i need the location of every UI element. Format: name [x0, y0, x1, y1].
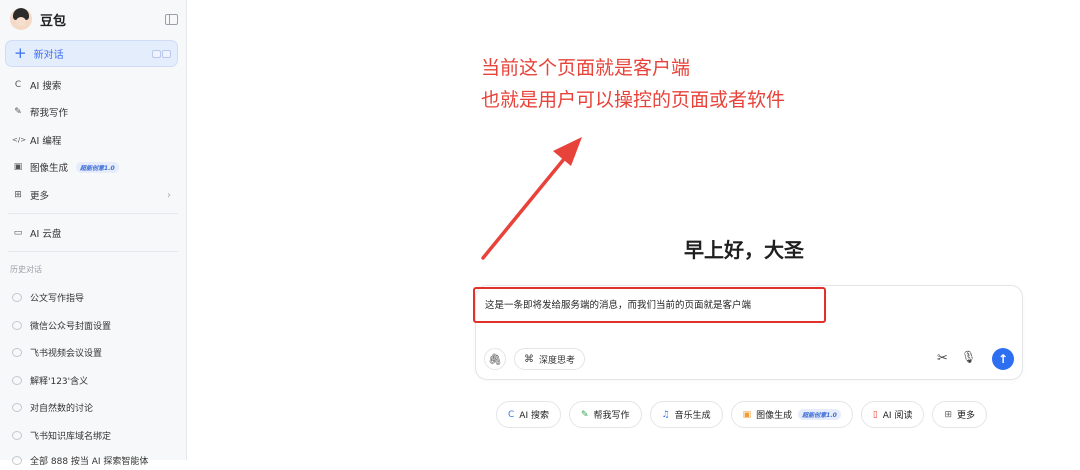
annotation-line-1: 当前这个页面就是客户端 [481, 57, 691, 79]
chip-label: 帮我写作 [593, 411, 630, 421]
quick-actions: C AI 搜索 ✎ 帮我写作 ♫ 音乐生成 ▣ 图像生成 超能创意1.0 ▯ A… [496, 401, 988, 428]
brand-name: 豆包 [40, 13, 67, 29]
chip-image-gen[interactable]: ▣ 图像生成 超能创意1.0 [730, 401, 853, 428]
reading-icon: ▯ [872, 409, 878, 420]
history-item-label: 解释'123'含义 [30, 376, 89, 387]
divider [8, 213, 178, 214]
annotation-arrow [481, 137, 582, 260]
chip-ai-reading[interactable]: ▯ AI 阅读 [860, 401, 925, 428]
microphone-icon[interactable]: 🎙 [961, 350, 976, 364]
sidebar-item-label: AI 搜索 [30, 81, 62, 92]
writing-icon: ✎ [580, 409, 589, 420]
music-icon: ♫ [661, 409, 670, 420]
more-icon: ⊞ [14, 190, 22, 200]
chip-more[interactable]: ⊞ 更多 [932, 401, 988, 428]
chip-ai-search[interactable]: C AI 搜索 [496, 401, 561, 428]
history-item-label: 飞书知识库域名绑定 [30, 431, 112, 442]
message-input[interactable]: 这是一条即将发给服务端的消息，而我们当前的页面就是客户端 [485, 297, 751, 311]
sidebar-toggle-icon[interactable] [165, 13, 178, 25]
chip-writing[interactable]: ✎ 帮我写作 [568, 401, 642, 428]
sidebar-item-cloud-drive[interactable]: ▭ AI 云盘 [0, 223, 187, 243]
sidebar: 豆包 + 新对话 C AI 搜索 ✎ 帮我写作 </> AI 编程 ▣ 图像生成… [0, 0, 187, 467]
send-button[interactable]: ↑ [992, 348, 1014, 370]
cloud-drive-icon: ▭ [13, 228, 23, 238]
sidebar-item-label: 帮我写作 [30, 108, 69, 119]
chip-label: 更多 [957, 411, 976, 421]
history-item[interactable]: 飞书视频会议设置 [0, 342, 187, 362]
new-chat-button[interactable]: + 新对话 [5, 40, 178, 67]
history-item[interactable]: 微信公众号封面设置 [0, 315, 187, 335]
chat-bubble-icon [12, 347, 22, 357]
chevron-right-icon: › [167, 189, 171, 201]
paperclip-icon: 🖇 [488, 352, 502, 366]
sidebar-item-label: AI 云盘 [30, 229, 62, 240]
chat-bubble-icon [12, 455, 22, 465]
sidebar-item-ai-search[interactable]: C AI 搜索 [0, 75, 187, 95]
ai-search-icon: C [14, 80, 22, 90]
more-icon: ⊞ [944, 409, 952, 420]
brand[interactable]: 豆包 [10, 6, 178, 32]
image-icon: ▣ [13, 162, 23, 172]
code-icon: </> [12, 136, 27, 144]
history-title: 历史对话 [10, 265, 42, 274]
chat-bubble-icon [12, 430, 22, 440]
annotation-line-2: 也就是用户可以操控的页面或者软件 [481, 89, 786, 111]
history-item-label: 对自然数的讨论 [30, 403, 94, 414]
sidebar-item-label: 图像生成 [30, 163, 69, 174]
scissors-icon[interactable]: ✂ [937, 351, 948, 366]
chip-label: 图像生成 [756, 411, 793, 421]
divider [8, 251, 178, 252]
plus-icon: + [14, 44, 27, 62]
chat-bubble-icon [12, 375, 22, 385]
history-item-label: 全部 888 按当 AI 探索智能体 [30, 456, 149, 467]
creative-badge: 超能创意1.0 [798, 409, 841, 420]
chip-label: AI 阅读 [882, 411, 913, 421]
chat-bubble-icon [12, 292, 22, 302]
history-item-label: 公文写作指导 [30, 293, 85, 304]
deep-thinking-button[interactable]: ⌘ 深度思考 [514, 348, 586, 370]
chip-label: 音乐生成 [674, 411, 711, 421]
chip-label: AI 搜索 [519, 411, 549, 421]
history-item[interactable]: 飞书知识库域名绑定 [0, 425, 187, 445]
shortcut-keys [152, 49, 171, 58]
history-item[interactable]: 公文写作指导 [0, 287, 187, 307]
chat-bubble-icon [12, 402, 22, 412]
sidebar-item-label: 更多 [30, 191, 50, 202]
history-item-label: 微信公众号封面设置 [30, 321, 112, 332]
sidebar-item-writing[interactable]: ✎ 帮我写作 [0, 102, 187, 122]
deep-thinking-icon: ⌘ [524, 353, 534, 365]
ai-search-icon: C [508, 409, 515, 420]
new-chat-label: 新对话 [33, 50, 64, 61]
history-item-label: 飞书视频会议设置 [30, 348, 103, 359]
annotation-text: 当前这个页面就是客户端 也就是用户可以操控的页面或者软件 [481, 52, 785, 116]
attach-button[interactable]: 🖇 [484, 348, 506, 370]
sidebar-item-label: AI 编程 [30, 136, 62, 147]
history-item[interactable]: 全部 888 按当 AI 探索智能体 [0, 450, 187, 470]
chat-bubble-icon [12, 320, 22, 330]
history-item[interactable]: 对自然数的讨论 [0, 397, 187, 417]
creative-badge: 超能创意1.0 [76, 161, 119, 173]
greeting: 早上好，大圣 [684, 238, 804, 262]
arrow-up-icon: ↑ [997, 352, 1009, 366]
sidebar-item-more[interactable]: ⊞ 更多 › [0, 185, 187, 205]
writing-icon: ✎ [14, 107, 22, 117]
avatar [10, 8, 32, 30]
history-item[interactable]: 解释'123'含义 [0, 370, 187, 390]
chip-music[interactable]: ♫ 音乐生成 [649, 401, 723, 428]
sidebar-item-image-gen[interactable]: ▣ 图像生成 超能创意1.0 [0, 157, 187, 177]
image-icon: ▣ [742, 409, 752, 420]
deep-thinking-label: 深度思考 [539, 355, 576, 366]
sidebar-item-ai-coding[interactable]: </> AI 编程 [0, 130, 187, 150]
